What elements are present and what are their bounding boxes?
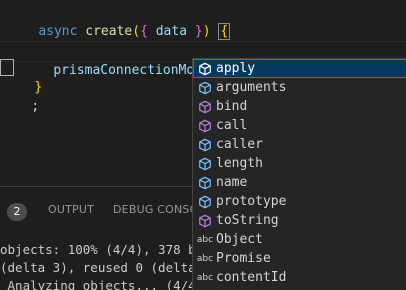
paren-close: ) <box>202 24 211 39</box>
suggestion-item-arguments[interactable]: arguments <box>193 78 406 97</box>
text-icon: abc <box>196 272 214 283</box>
suggestion-item-name[interactable]: name <box>193 173 406 192</box>
suggestion-item-tostring[interactable]: toString <box>193 211 406 230</box>
brace-close: } <box>194 24 203 39</box>
problems-count-badge[interactable]: 2 <box>7 203 27 221</box>
keyword-async: async <box>38 24 78 39</box>
suggestion-widget[interactable]: apply arguments bind call caller length … <box>192 58 406 290</box>
suggestion-item-caller[interactable]: caller <box>193 135 406 154</box>
suggestion-item-prototype[interactable]: prototype <box>193 192 406 211</box>
function-name: create <box>85 24 133 39</box>
suggestion-label: contentId <box>216 270 287 285</box>
suggestion-item-contentid[interactable]: abc contentId <box>193 268 406 287</box>
bracket-match-box <box>0 59 14 76</box>
param-data: data <box>155 24 188 39</box>
suggestion-item-length[interactable]: length <box>193 154 406 173</box>
suggestion-item-object[interactable]: abc Object <box>193 230 406 249</box>
property-icon <box>194 154 216 173</box>
suggestion-label: apply <box>216 61 256 76</box>
terminal-line-2: (delta 3), reused 0 (delta 0) <box>0 260 219 275</box>
suggestion-item-promise[interactable]: abc Promise <box>193 249 406 268</box>
suggestion-label: caller <box>216 137 263 152</box>
suggestion-label: Promise <box>216 251 271 266</box>
method-icon <box>194 97 216 116</box>
suggestion-label: name <box>216 175 248 190</box>
property-icon <box>194 78 216 97</box>
suggestion-label: arguments <box>216 80 287 95</box>
paren-open: ( <box>132 24 141 39</box>
property-icon <box>194 135 216 154</box>
method-icon <box>194 116 216 135</box>
suggestion-label: call <box>216 118 248 133</box>
tab-output[interactable]: OUTPUT <box>48 203 94 216</box>
suggestion-item-bind[interactable]: bind <box>193 97 406 116</box>
code-line-4[interactable]: ; <box>0 78 39 114</box>
code-line-1[interactable]: async create({ data }) { <box>7 3 231 40</box>
method-icon <box>194 211 216 230</box>
property-icon <box>194 192 216 211</box>
suggestion-label: prototype <box>216 194 287 209</box>
text-icon: abc <box>196 234 214 245</box>
suggestion-label: length <box>216 156 263 171</box>
property-icon <box>194 173 216 192</box>
suggestion-item-apply[interactable]: apply <box>193 59 406 78</box>
text-icon: abc <box>196 253 214 264</box>
suggestion-label: Object <box>216 232 263 247</box>
brace-open: { <box>140 24 148 39</box>
semicolon: ; <box>31 99 40 114</box>
suggestion-item-call[interactable]: call <box>193 116 406 135</box>
suggestion-label: toString <box>216 213 279 228</box>
method-icon <box>194 59 216 78</box>
block-open-brace: { <box>218 23 231 40</box>
suggestion-label: bind <box>216 99 248 114</box>
